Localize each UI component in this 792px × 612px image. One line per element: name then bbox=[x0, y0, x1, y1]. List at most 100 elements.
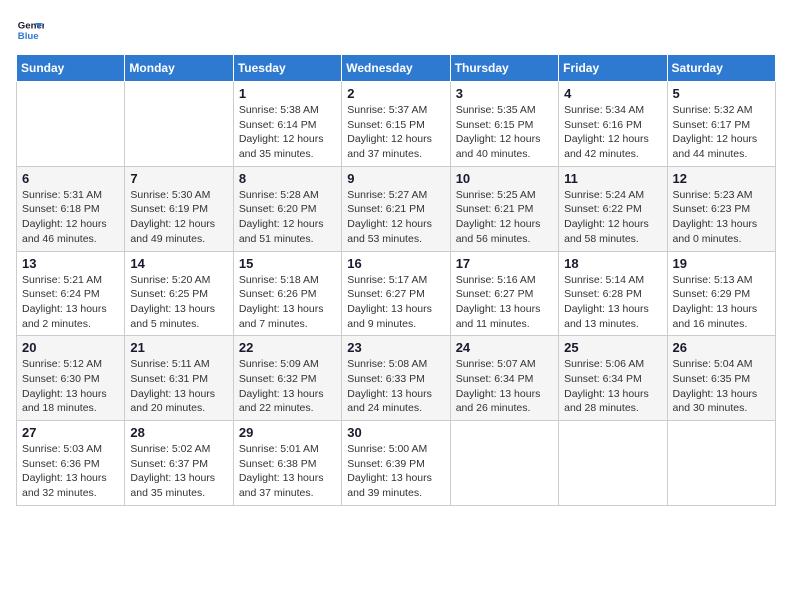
calendar-cell: 25 Sunrise: 5:06 AM Sunset: 6:34 PM Dayli… bbox=[559, 336, 667, 421]
calendar-cell bbox=[450, 421, 558, 506]
calendar-cell: 23 Sunrise: 5:08 AM Sunset: 6:33 PM Dayli… bbox=[342, 336, 450, 421]
day-info: Sunrise: 5:31 AM Sunset: 6:18 PM Dayligh… bbox=[22, 188, 119, 247]
day-number: 23 bbox=[347, 340, 444, 355]
calendar-cell: 7 Sunrise: 5:30 AM Sunset: 6:19 PM Daylig… bbox=[125, 166, 233, 251]
calendar-cell: 22Sunrise: 5:09 AM Sunset: 6:32 PM Dayli… bbox=[233, 336, 341, 421]
day-number: 9 bbox=[347, 171, 444, 186]
calendar-cell: 18 Sunrise: 5:14 AM Sunset: 6:28 PM Dayli… bbox=[559, 251, 667, 336]
calendar-cell: 3 Sunrise: 5:35 AM Sunset: 6:15 PM Daylig… bbox=[450, 82, 558, 167]
day-number: 24 bbox=[456, 340, 553, 355]
calendar-cell: 9 Sunrise: 5:27 AM Sunset: 6:21 PM Daylig… bbox=[342, 166, 450, 251]
day-number: 2 bbox=[347, 86, 444, 101]
weekday-saturday: Saturday bbox=[667, 55, 775, 82]
day-number: 13 bbox=[22, 256, 119, 271]
day-info: Sunrise: 5:08 AM Sunset: 6:33 PM Dayligh… bbox=[347, 357, 444, 416]
day-number: 27 bbox=[22, 425, 119, 440]
day-info: Sunrise: 5:12 AM Sunset: 6:30 PM Dayligh… bbox=[22, 357, 119, 416]
day-info: Sunrise: 5:17 AM Sunset: 6:27 PM Dayligh… bbox=[347, 273, 444, 332]
calendar-cell: 11 Sunrise: 5:24 AM Sunset: 6:22 PM Dayli… bbox=[559, 166, 667, 251]
day-info: Sunrise: 5:21 AM Sunset: 6:24 PM Dayligh… bbox=[22, 273, 119, 332]
day-info: Sunrise: 5:37 AM Sunset: 6:15 PM Dayligh… bbox=[347, 103, 444, 162]
day-info: Sunrise: 5:04 AM Sunset: 6:35 PM Dayligh… bbox=[673, 357, 770, 416]
calendar-cell: 15Sunrise: 5:18 AM Sunset: 6:26 PM Dayli… bbox=[233, 251, 341, 336]
day-number: 20 bbox=[22, 340, 119, 355]
calendar-cell bbox=[559, 421, 667, 506]
day-number: 15 bbox=[239, 256, 336, 271]
calendar-cell: 6 Sunrise: 5:31 AM Sunset: 6:18 PM Daylig… bbox=[17, 166, 125, 251]
page-header: General Blue bbox=[16, 16, 776, 44]
day-info: Sunrise: 5:30 AM Sunset: 6:19 PM Dayligh… bbox=[130, 188, 227, 247]
day-number: 6 bbox=[22, 171, 119, 186]
day-number: 19 bbox=[673, 256, 770, 271]
day-info: Sunrise: 5:23 AM Sunset: 6:23 PM Dayligh… bbox=[673, 188, 770, 247]
calendar-cell: 8Sunrise: 5:28 AM Sunset: 6:20 PM Daylig… bbox=[233, 166, 341, 251]
day-number: 18 bbox=[564, 256, 661, 271]
weekday-wednesday: Wednesday bbox=[342, 55, 450, 82]
calendar-week-3: 20 Sunrise: 5:12 AM Sunset: 6:30 PM Dayli… bbox=[17, 336, 776, 421]
calendar-cell: 21Sunrise: 5:11 AM Sunset: 6:31 PM Dayli… bbox=[125, 336, 233, 421]
day-info: Sunrise: 5:02 AM Sunset: 6:37 PM Dayligh… bbox=[130, 442, 227, 501]
calendar-cell: 13 Sunrise: 5:21 AM Sunset: 6:24 PM Dayli… bbox=[17, 251, 125, 336]
day-info: Sunrise: 5:06 AM Sunset: 6:34 PM Dayligh… bbox=[564, 357, 661, 416]
day-number: 5 bbox=[673, 86, 770, 101]
day-info: Sunrise: 5:32 AM Sunset: 6:17 PM Dayligh… bbox=[673, 103, 770, 162]
logo-icon: General Blue bbox=[16, 16, 44, 44]
day-number: 26 bbox=[673, 340, 770, 355]
day-number: 28 bbox=[130, 425, 227, 440]
calendar-table: SundayMondayTuesdayWednesdayThursdayFrid… bbox=[16, 54, 776, 506]
day-number: 30 bbox=[347, 425, 444, 440]
calendar-week-1: 6 Sunrise: 5:31 AM Sunset: 6:18 PM Daylig… bbox=[17, 166, 776, 251]
day-number: 7 bbox=[130, 171, 227, 186]
calendar-week-4: 27 Sunrise: 5:03 AM Sunset: 6:36 PM Dayli… bbox=[17, 421, 776, 506]
calendar-week-0: 1 Sunrise: 5:38 AM Sunset: 6:14 PM Daylig… bbox=[17, 82, 776, 167]
calendar-cell: 30Sunrise: 5:00 AM Sunset: 6:39 PM Dayli… bbox=[342, 421, 450, 506]
day-number: 16 bbox=[347, 256, 444, 271]
day-info: Sunrise: 5:03 AM Sunset: 6:36 PM Dayligh… bbox=[22, 442, 119, 501]
day-number: 14 bbox=[130, 256, 227, 271]
day-info: Sunrise: 5:27 AM Sunset: 6:21 PM Dayligh… bbox=[347, 188, 444, 247]
day-info: Sunrise: 5:35 AM Sunset: 6:15 PM Dayligh… bbox=[456, 103, 553, 162]
calendar-cell: 27 Sunrise: 5:03 AM Sunset: 6:36 PM Dayli… bbox=[17, 421, 125, 506]
day-info: Sunrise: 5:25 AM Sunset: 6:21 PM Dayligh… bbox=[456, 188, 553, 247]
calendar-cell: 5 Sunrise: 5:32 AM Sunset: 6:17 PM Daylig… bbox=[667, 82, 775, 167]
day-number: 11 bbox=[564, 171, 661, 186]
day-info: Sunrise: 5:14 AM Sunset: 6:28 PM Dayligh… bbox=[564, 273, 661, 332]
calendar-cell: 10Sunrise: 5:25 AM Sunset: 6:21 PM Dayli… bbox=[450, 166, 558, 251]
weekday-tuesday: Tuesday bbox=[233, 55, 341, 82]
day-number: 4 bbox=[564, 86, 661, 101]
weekday-monday: Monday bbox=[125, 55, 233, 82]
weekday-sunday: Sunday bbox=[17, 55, 125, 82]
day-info: Sunrise: 5:01 AM Sunset: 6:38 PM Dayligh… bbox=[239, 442, 336, 501]
calendar-body: 1 Sunrise: 5:38 AM Sunset: 6:14 PM Daylig… bbox=[17, 82, 776, 506]
calendar-cell: 26 Sunrise: 5:04 AM Sunset: 6:35 PM Dayli… bbox=[667, 336, 775, 421]
calendar-cell: 4 Sunrise: 5:34 AM Sunset: 6:16 PM Daylig… bbox=[559, 82, 667, 167]
calendar-cell: 28 Sunrise: 5:02 AM Sunset: 6:37 PM Dayli… bbox=[125, 421, 233, 506]
day-info: Sunrise: 5:38 AM Sunset: 6:14 PM Dayligh… bbox=[239, 103, 336, 162]
day-info: Sunrise: 5:16 AM Sunset: 6:27 PM Dayligh… bbox=[456, 273, 553, 332]
day-number: 25 bbox=[564, 340, 661, 355]
calendar-cell: 29 Sunrise: 5:01 AM Sunset: 6:38 PM Dayli… bbox=[233, 421, 341, 506]
calendar-cell: 12 Sunrise: 5:23 AM Sunset: 6:23 PM Dayli… bbox=[667, 166, 775, 251]
day-number: 29 bbox=[239, 425, 336, 440]
calendar-cell: 16 Sunrise: 5:17 AM Sunset: 6:27 PM Dayli… bbox=[342, 251, 450, 336]
calendar-cell: 14 Sunrise: 5:20 AM Sunset: 6:25 PM Dayli… bbox=[125, 251, 233, 336]
day-number: 3 bbox=[456, 86, 553, 101]
day-info: Sunrise: 5:28 AM Sunset: 6:20 PM Dayligh… bbox=[239, 188, 336, 247]
calendar-cell: 20 Sunrise: 5:12 AM Sunset: 6:30 PM Dayli… bbox=[17, 336, 125, 421]
calendar-cell bbox=[17, 82, 125, 167]
day-info: Sunrise: 5:11 AM Sunset: 6:31 PM Dayligh… bbox=[130, 357, 227, 416]
calendar-cell: 1 Sunrise: 5:38 AM Sunset: 6:14 PM Daylig… bbox=[233, 82, 341, 167]
calendar-cell: 2 Sunrise: 5:37 AM Sunset: 6:15 PM Daylig… bbox=[342, 82, 450, 167]
day-info: Sunrise: 5:20 AM Sunset: 6:25 PM Dayligh… bbox=[130, 273, 227, 332]
logo: General Blue bbox=[16, 16, 48, 44]
day-info: Sunrise: 5:24 AM Sunset: 6:22 PM Dayligh… bbox=[564, 188, 661, 247]
weekday-header-row: SundayMondayTuesdayWednesdayThursdayFrid… bbox=[17, 55, 776, 82]
calendar-cell: 19 Sunrise: 5:13 AM Sunset: 6:29 PM Dayli… bbox=[667, 251, 775, 336]
weekday-thursday: Thursday bbox=[450, 55, 558, 82]
calendar-cell bbox=[667, 421, 775, 506]
calendar-week-2: 13 Sunrise: 5:21 AM Sunset: 6:24 PM Dayli… bbox=[17, 251, 776, 336]
day-info: Sunrise: 5:13 AM Sunset: 6:29 PM Dayligh… bbox=[673, 273, 770, 332]
day-info: Sunrise: 5:34 AM Sunset: 6:16 PM Dayligh… bbox=[564, 103, 661, 162]
day-number: 12 bbox=[673, 171, 770, 186]
day-number: 1 bbox=[239, 86, 336, 101]
